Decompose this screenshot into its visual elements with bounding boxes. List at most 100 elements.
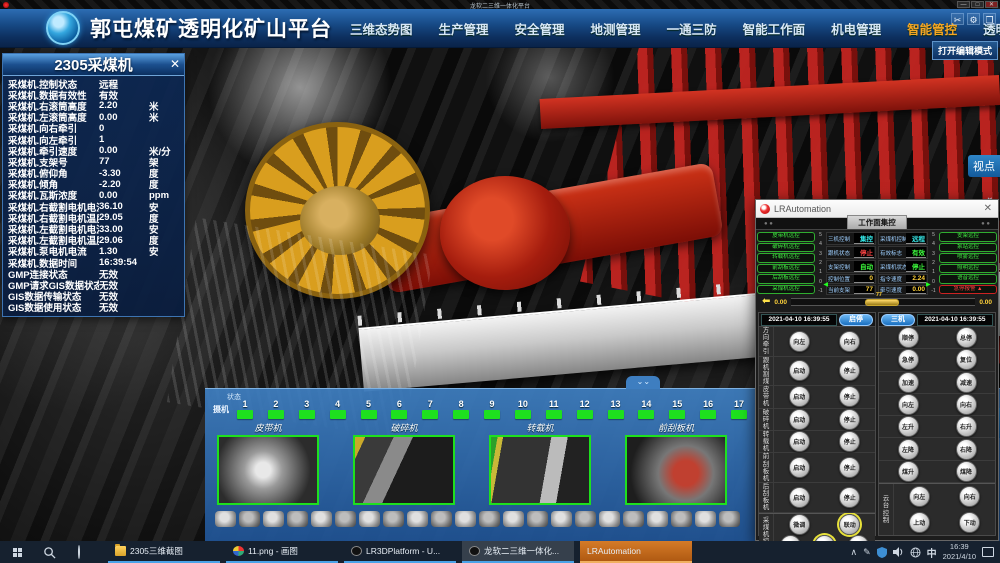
filmstrip-thumbnail[interactable]: [239, 511, 260, 527]
control-button[interactable]: 右降: [956, 439, 977, 460]
control-button[interactable]: 微调: [789, 514, 810, 535]
control-button[interactable]: 加速: [898, 372, 919, 393]
control-button[interactable]: 顺停: [898, 327, 919, 348]
control-button[interactable]: 停止: [839, 386, 860, 407]
restore-icon[interactable]: ❐: [983, 13, 996, 25]
control-button[interactable]: 停止: [839, 360, 860, 381]
nav-item[interactable]: 三维态势图: [350, 19, 413, 38]
taskbar-item[interactable]: LRAutomation: [580, 541, 692, 563]
tools-icon[interactable]: ✂: [951, 13, 964, 25]
cortana-button[interactable]: [64, 546, 94, 558]
filmstrip-thumbnail[interactable]: [455, 511, 476, 527]
control-button[interactable]: 启动: [789, 487, 810, 508]
channel-status-button[interactable]: [638, 410, 654, 419]
filmstrip-thumbnail[interactable]: [551, 511, 572, 527]
nav-item[interactable]: 智能管控: [907, 19, 957, 38]
taskbar-item[interactable]: 龙软二三维一体化...: [462, 541, 574, 563]
filmstrip-thumbnail[interactable]: [287, 511, 308, 527]
remote-control-button[interactable]: 采煤机远控: [757, 285, 815, 295]
close-icon[interactable]: ✕: [170, 57, 180, 71]
control-button[interactable]: 联动: [839, 514, 860, 535]
filmstrip-thumbnail[interactable]: [335, 511, 356, 527]
channel-status-button[interactable]: [391, 410, 407, 419]
nav-item[interactable]: 安全管理: [515, 19, 565, 38]
control-button[interactable]: 复位: [956, 349, 977, 370]
control-button[interactable]: 左降: [898, 439, 919, 460]
taskbar-item[interactable]: 2305三维截图: [108, 541, 220, 563]
remote-control-button[interactable]: 破碎机远控: [757, 243, 815, 253]
close-button[interactable]: ✕: [985, 1, 998, 8]
control-button[interactable]: 急停: [898, 349, 919, 370]
channel-status-button[interactable]: [700, 410, 716, 419]
search-button[interactable]: [34, 546, 64, 559]
remote-control-button[interactable]: 照明远控: [939, 264, 997, 274]
remote-control-button[interactable]: 皮带机远控: [757, 232, 815, 242]
filmstrip-thumbnail[interactable]: [503, 511, 524, 527]
filmstrip-thumbnail[interactable]: [671, 511, 692, 527]
filmstrip-thumbnail[interactable]: [599, 511, 620, 527]
channel-status-button[interactable]: [484, 410, 500, 419]
shearer-marker[interactable]: [865, 299, 899, 306]
control-button[interactable]: 停止: [839, 487, 860, 508]
control-button[interactable]: 向左: [909, 486, 930, 507]
filmstrip-thumbnail[interactable]: [719, 511, 740, 527]
speaker-icon[interactable]: [893, 547, 904, 557]
control-button[interactable]: 总停: [956, 327, 977, 348]
panel-collapse-chevron-icon[interactable]: ⌄⌄: [626, 376, 660, 389]
network-globe-icon[interactable]: [910, 547, 921, 558]
start-stop-button[interactable]: 启停: [839, 314, 873, 326]
control-button[interactable]: 启动: [789, 457, 810, 478]
filmstrip-thumbnail[interactable]: [311, 511, 332, 527]
slider-track[interactable]: 77: [791, 298, 975, 306]
control-button[interactable]: 向右: [839, 331, 860, 352]
channel-status-button[interactable]: [669, 410, 685, 419]
tab-workface-control[interactable]: 工作面集控: [847, 215, 907, 229]
control-button[interactable]: 左升: [898, 416, 919, 437]
maximize-button[interactable]: □: [971, 1, 984, 8]
channel-status-button[interactable]: [237, 410, 253, 419]
control-button[interactable]: 下动: [959, 512, 980, 533]
viewpoint-tab[interactable]: 视点: [968, 155, 1000, 177]
channel-status-button[interactable]: [330, 410, 346, 419]
channel-status-button[interactable]: [515, 410, 531, 419]
filmstrip-thumbnail[interactable]: [623, 511, 644, 527]
nav-item[interactable]: 机电管理: [831, 19, 881, 38]
channel-status-button[interactable]: [731, 410, 747, 419]
filmstrip-thumbnail[interactable]: [383, 511, 404, 527]
notification-icon[interactable]: [982, 547, 994, 557]
channel-status-button[interactable]: [577, 410, 593, 419]
camera-thumbnail[interactable]: [353, 435, 455, 505]
filmstrip-thumbnail[interactable]: [263, 511, 284, 527]
channel-status-button[interactable]: [268, 410, 284, 419]
remote-control-button[interactable]: 前刮板远控: [757, 264, 815, 274]
control-button[interactable]: 煤降: [956, 461, 977, 482]
control-button[interactable]: 向左: [898, 394, 919, 415]
nav-item[interactable]: 智能工作面: [743, 19, 806, 38]
filmstrip-thumbnail[interactable]: [431, 511, 452, 527]
remote-control-button[interactable]: 语音远控: [939, 274, 997, 284]
channel-status-button[interactable]: [299, 410, 315, 419]
control-button[interactable]: 启动: [789, 386, 810, 407]
pen-icon[interactable]: ✎: [863, 547, 871, 558]
three-machine-button[interactable]: 三机: [881, 314, 915, 326]
taskbar-item[interactable]: LR3DPlatform - U...: [344, 541, 456, 563]
control-button[interactable]: 煤升: [898, 461, 919, 482]
remote-control-button[interactable]: 后刮板远控: [757, 274, 815, 284]
filmstrip-thumbnail[interactable]: [647, 511, 668, 527]
camera-thumbnail[interactable]: [625, 435, 727, 505]
camera-thumbnail[interactable]: [217, 435, 319, 505]
remote-control-button[interactable]: 喷雾远控: [939, 253, 997, 263]
channel-status-button[interactable]: [546, 410, 562, 419]
lra-close-icon[interactable]: ✕: [984, 203, 992, 214]
filmstrip-thumbnail[interactable]: [215, 511, 236, 527]
filmstrip-thumbnail[interactable]: [527, 511, 548, 527]
channel-status-button[interactable]: [361, 410, 377, 419]
camera-thumbnail[interactable]: [489, 435, 591, 505]
control-button[interactable]: 停止: [839, 457, 860, 478]
ime-indicator[interactable]: 中: [927, 545, 937, 560]
filmstrip-thumbnail[interactable]: [575, 511, 596, 527]
control-button[interactable]: 上动: [909, 512, 930, 533]
nav-item[interactable]: 生产管理: [439, 19, 489, 38]
control-button[interactable]: 向左: [789, 331, 810, 352]
clock[interactable]: 16:39 2021/4/10: [943, 542, 976, 562]
